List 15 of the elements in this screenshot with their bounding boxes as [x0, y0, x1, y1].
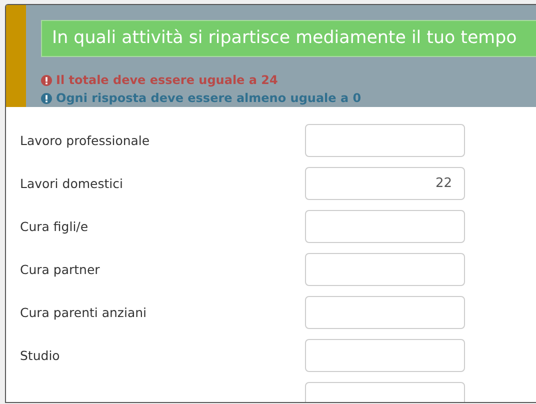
number-input[interactable]: [305, 253, 465, 286]
field-label: Cura partner: [20, 262, 101, 277]
field-label: Cura parenti anziani: [20, 305, 148, 320]
field-label: Lavoro professionale: [20, 133, 151, 148]
validation-message: Il totale deve essere uguale a 24: [56, 73, 278, 87]
field-label: Lavori domestici: [20, 176, 124, 191]
question-title: In quali attività si ripartisce mediamente il tuo tempo: [41, 20, 536, 57]
validation-message: Ogni risposta deve essere almeno uguale a 0: [56, 91, 362, 105]
number-input[interactable]: [305, 124, 465, 157]
number-input[interactable]: [305, 296, 465, 329]
field-label: Cura figli/e: [20, 219, 90, 234]
field-label: Studio: [20, 348, 61, 363]
number-input[interactable]: 22: [305, 167, 465, 200]
number-input[interactable]: [305, 210, 465, 243]
number-input[interactable]: [305, 339, 465, 372]
